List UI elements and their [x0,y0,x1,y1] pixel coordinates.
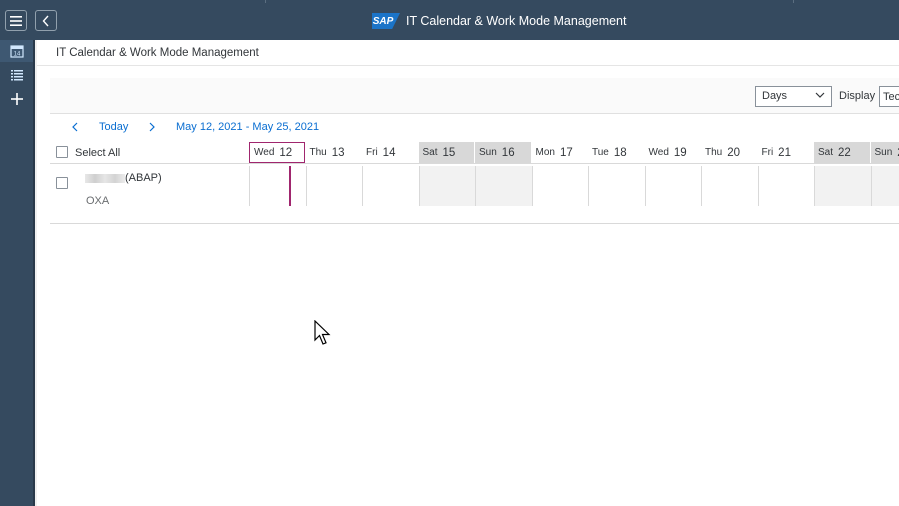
shell-title-area[interactable]: SAP IT Calendar & Work Mode Management [372,10,626,32]
day-number: 21 [778,146,791,159]
day-header-cell[interactable]: Wed 19 [645,142,701,163]
table-row[interactable]: (ABAP) OXA [50,165,899,224]
calendar-day-cell[interactable] [814,166,871,206]
menu-button[interactable] [5,10,27,31]
calendar-day-cell[interactable] [249,166,306,206]
day-of-week: Tue [592,147,609,158]
day-number: 17 [559,146,573,159]
day-header-cell[interactable]: Tue 18 [588,142,644,163]
day-of-week: Mon [535,147,555,158]
hamburger-icon [10,15,22,26]
day-header-cell[interactable]: Fri 14 [362,142,418,163]
calendar-day-cell[interactable] [701,166,758,206]
page-title: IT Calendar & Work Mode Management [56,47,259,59]
day-of-week: Thu [705,147,723,158]
chevron-left-icon [72,122,78,132]
list-icon [10,69,23,80]
sidebar-item-calendar[interactable]: 14 [0,40,33,62]
row-title: (ABAP) [85,172,162,184]
shell-top-divider [793,0,794,3]
day-header-cell[interactable]: Thu 13 [306,142,362,163]
shell-title: IT Calendar & Work Mode Management [406,14,627,28]
display-input[interactable]: Tec [879,86,899,107]
calendar-day-cell[interactable] [870,166,899,206]
calendar-icon: 14 [9,45,24,58]
row-subtitle: OXA [86,195,110,207]
day-number: 19 [673,146,687,159]
sidebar-item-add[interactable] [0,88,33,110]
select-all-label: Select All [75,147,121,159]
day-of-week: Fri [366,147,378,158]
side-navigation: 14 [0,40,35,506]
day-number: 18 [613,146,627,159]
row-title-suffix: (ABAP) [125,172,162,184]
day-of-week: Sat [818,147,834,158]
shell-top-divider [265,0,266,3]
calendar-day-cell[interactable] [644,166,702,206]
day-header-cell[interactable]: Sat 22 [814,142,870,163]
day-of-week: Sun [479,147,497,158]
view-select[interactable]: Days [755,86,832,107]
sap-logo: SAP [372,13,400,29]
next-button[interactable] [145,120,159,134]
page-header: IT Calendar & Work Mode Management [37,40,899,66]
back-button[interactable] [35,10,57,31]
back-chevron-icon [42,15,49,26]
day-header-cell[interactable]: Sat 15 [418,142,474,163]
calendar-icon-label: 14 [13,52,20,58]
calendar-day-cell[interactable] [362,166,419,206]
chevron-down-icon [815,90,825,103]
shell-bar: SAP IT Calendar & Work Mode Management [0,0,899,40]
chevron-right-icon [149,122,155,132]
day-number: 20 [727,146,741,159]
calendar-day-cell[interactable] [475,166,532,206]
day-of-week: Thu [309,147,327,158]
current-time-indicator [289,166,291,206]
day-number: 15 [442,146,456,159]
calendar-day-cell[interactable] [305,166,363,206]
row-checkbox[interactable] [56,177,68,189]
day-of-week: Wed [254,147,275,158]
day-header-cell[interactable]: Wed 12 [249,142,305,163]
today-button[interactable]: Today [99,121,128,133]
day-number: 13 [331,146,345,159]
calendar-day-cell[interactable] [588,166,645,206]
day-number: 22 [838,146,851,159]
day-header-cell[interactable]: Sun23 [870,142,899,163]
day-number: 12 [279,146,293,159]
day-header-cell[interactable]: Mon 17 [532,142,588,163]
date-navigation: Today May 12, 2021 - May 25, 2021 [50,119,899,137]
date-range-picker[interactable]: May 12, 2021 - May 25, 2021 [176,121,319,133]
planning-calendar: Days Display Tec Today May 12, 2021 - Ma… [50,78,899,225]
sidebar-item-list[interactable] [0,64,33,86]
day-of-week: Sat [422,147,438,158]
calendar-day-cell[interactable] [418,166,475,206]
day-header-cell[interactable]: Sun 16 [475,142,531,163]
view-select-value: Days [762,90,788,102]
day-of-week: Sun [874,147,893,158]
day-header-cell[interactable]: Fri 21 [758,142,814,163]
calendar-day-cell[interactable] [531,166,589,206]
display-label: Display [839,90,876,102]
calendar-header-row: Select All Wed 12 Thu 13 Fri 14 Sat 15 Sun 16 Mon 1… [50,141,899,164]
day-of-week: Wed [648,147,669,158]
calendar-day-cell[interactable] [757,166,815,206]
day-number: 16 [501,146,515,159]
select-all-checkbox[interactable] [56,146,68,158]
day-header-cell[interactable]: Thu 20 [701,142,757,163]
add-icon [10,93,23,105]
day-of-week: Fri [761,147,774,158]
mouse-cursor-icon [314,320,331,345]
previous-button[interactable] [68,120,82,134]
calendar-toolbar: Days Display Tec [50,78,899,114]
main-content: IT Calendar & Work Mode Management Days … [37,40,899,506]
day-number: 14 [382,146,396,159]
redacted-name [85,173,125,183]
